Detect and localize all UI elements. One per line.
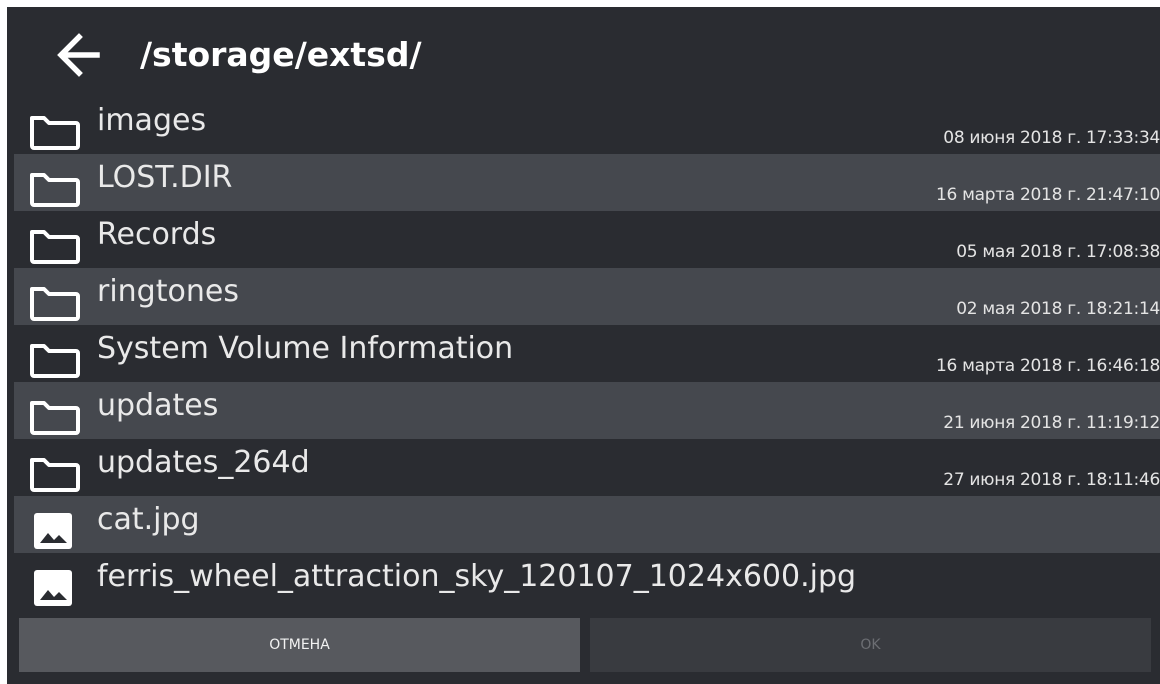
file-name: cat.jpg <box>97 502 200 537</box>
folder-icon <box>28 283 82 323</box>
file-name: images <box>97 103 207 138</box>
folder-icon <box>28 340 82 380</box>
current-path: /storage/extsd/ <box>140 35 422 74</box>
file-picker-dialog: /storage/extsd/ images 08 июня 2018 г. 17… <box>7 7 1160 684</box>
file-row[interactable]: cat.jpg <box>14 496 1160 553</box>
modified-date: 27 июня 2018 г. 18:11:46 <box>943 470 1160 490</box>
modified-date: 02 мая 2018 г. 18:21:14 <box>956 299 1160 319</box>
file-list: images 08 июня 2018 г. 17:33:34 LOST.DIR 1… <box>14 97 1160 610</box>
cancel-button[interactable]: ОТМЕНА <box>19 618 580 672</box>
modified-date: 16 марта 2018 г. 21:47:10 <box>935 185 1160 205</box>
arrow-left-icon <box>57 33 100 77</box>
folder-icon <box>28 397 82 437</box>
header: /storage/extsd/ <box>7 7 1160 97</box>
folder-row[interactable]: System Volume Information 16 марта 2018 г… <box>14 325 1160 382</box>
file-name: updates_264d <box>97 445 310 480</box>
file-name: System Volume Information <box>97 331 514 366</box>
folder-icon <box>28 226 82 266</box>
back-button[interactable] <box>51 27 107 83</box>
image-icon <box>28 568 82 608</box>
file-name: ferris_wheel_attraction_sky_120107_1024x… <box>97 559 857 594</box>
file-row[interactable]: ferris_wheel_attraction_sky_120107_1024x… <box>14 553 1160 610</box>
folder-row[interactable]: updates_264d 27 июня 2018 г. 18:11:46 <box>14 439 1160 496</box>
folder-row[interactable]: ringtones 02 мая 2018 г. 18:21:14 <box>14 268 1160 325</box>
file-name: updates <box>97 388 219 423</box>
modified-date: 21 июня 2018 г. 11:19:12 <box>943 413 1160 433</box>
image-icon <box>28 511 82 551</box>
folder-row[interactable]: LOST.DIR 16 марта 2018 г. 21:47:10 <box>14 154 1160 211</box>
ok-button[interactable]: OK <box>590 618 1151 672</box>
file-name: ringtones <box>97 274 239 309</box>
folder-icon <box>28 112 82 152</box>
file-name: Records <box>97 217 217 252</box>
modified-date: 08 июня 2018 г. 17:33:34 <box>943 128 1160 148</box>
folder-icon <box>28 169 82 209</box>
modified-date: 05 мая 2018 г. 17:08:38 <box>956 242 1160 262</box>
file-name: LOST.DIR <box>97 160 233 195</box>
folder-row[interactable]: Records 05 мая 2018 г. 17:08:38 <box>14 211 1160 268</box>
modified-date: 16 марта 2018 г. 16:46:18 <box>935 356 1160 376</box>
folder-icon <box>28 454 82 494</box>
folder-row[interactable]: images 08 июня 2018 г. 17:33:34 <box>14 97 1160 154</box>
folder-row[interactable]: updates 21 июня 2018 г. 11:19:12 <box>14 382 1160 439</box>
